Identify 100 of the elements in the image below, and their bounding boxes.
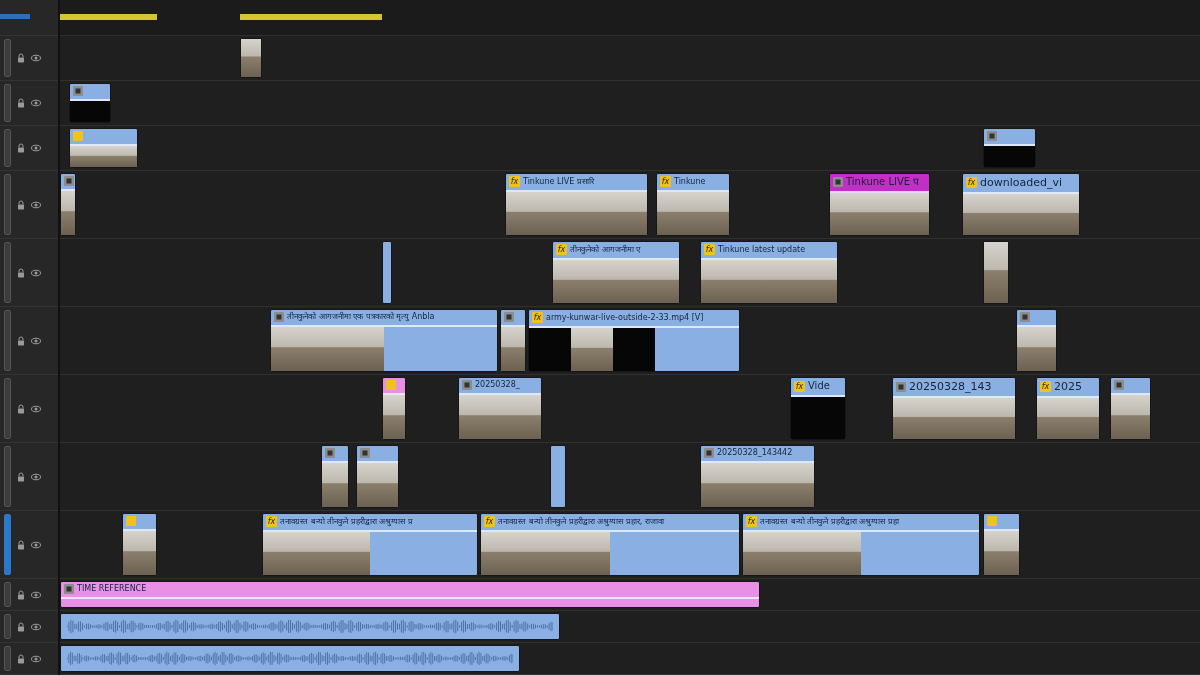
track-target-toggle[interactable] (4, 310, 11, 371)
blank-frame (613, 328, 655, 371)
timeline-clip[interactable] (550, 445, 566, 508)
clip-icon (73, 86, 83, 96)
effect-badge: fx (532, 312, 543, 323)
lock-icon[interactable] (16, 335, 26, 346)
timeline-clip[interactable] (240, 38, 262, 78)
clip-icon (1114, 380, 1124, 390)
effect-icon (73, 131, 83, 141)
timeline-clip[interactable]: तीनकुनेको आगजनीमा एक पत्रकारको मृत्यु Anbla (270, 309, 498, 372)
timeline-clip[interactable] (1016, 309, 1057, 372)
lock-icon[interactable] (16, 653, 26, 664)
clip-icon (64, 176, 74, 186)
timeline-clip[interactable] (60, 613, 560, 640)
track-target-toggle[interactable] (4, 174, 11, 235)
timeline-clip[interactable]: fx 2025 (1036, 377, 1100, 440)
photo-placeholder (571, 328, 613, 371)
timeline-clip[interactable] (382, 241, 392, 304)
timeline-clip[interactable] (500, 309, 526, 372)
track-target-toggle[interactable] (4, 514, 11, 575)
timeline-clip[interactable]: 20250328_143442 (700, 445, 815, 508)
eye-icon[interactable] (31, 653, 41, 664)
lock-icon[interactable] (16, 403, 26, 414)
eye-icon[interactable] (31, 53, 41, 63)
eye-icon[interactable] (31, 403, 41, 414)
track-target-toggle[interactable] (4, 84, 11, 122)
timeline-clip[interactable]: fx तनावग्रस्त बन्यो तीनकुने प्रहरीद्वारा अश्रुग्यास प्रहा (742, 513, 980, 576)
track-target-toggle[interactable] (4, 446, 11, 507)
timeline-clip[interactable] (382, 377, 406, 440)
clip-icon (896, 381, 906, 392)
eye-icon[interactable] (31, 199, 41, 210)
timeline-clip[interactable]: fx Vide (790, 377, 846, 440)
track-target-toggle[interactable] (4, 39, 11, 77)
timeline-clip[interactable] (321, 445, 349, 508)
track-target-toggle[interactable] (4, 242, 11, 303)
track-target-toggle[interactable] (4, 646, 11, 671)
photo-placeholder (501, 327, 525, 371)
timeline-clip[interactable] (122, 513, 157, 576)
blank-frame (791, 397, 845, 439)
lock-icon[interactable] (16, 539, 26, 550)
clip-icon (833, 177, 843, 187)
lock-icon[interactable] (16, 589, 26, 600)
effect-icon (126, 516, 136, 526)
eye-icon[interactable] (31, 98, 41, 108)
timeline-clip[interactable] (60, 173, 76, 236)
lock-icon[interactable] (16, 98, 26, 108)
timeline-clip[interactable]: 20250328_143 (892, 377, 1016, 440)
photo-placeholder (70, 146, 137, 167)
effect-badge: fx (484, 516, 495, 527)
effect-icon (386, 380, 396, 390)
timeline-clip[interactable] (60, 645, 520, 672)
lock-icon[interactable] (16, 621, 26, 632)
timeline-clip[interactable]: fx Tinkune (656, 173, 730, 236)
timeline-clip[interactable] (69, 128, 138, 168)
timeline-clip[interactable] (983, 128, 1036, 168)
lock-icon[interactable] (16, 471, 26, 482)
timeline-clip[interactable]: fx तीनकुनेको आगजनीमा ए (552, 241, 680, 304)
timeline-clip[interactable]: fx तनावग्रस्त बन्यो तीनकुने प्रहरीद्वारा अश्रुग्यास प्र (262, 513, 478, 576)
track-target-toggle[interactable] (4, 614, 11, 639)
eye-icon[interactable] (31, 621, 41, 632)
eye-icon[interactable] (31, 539, 41, 550)
effect-badge: fx (704, 244, 715, 255)
effect-badge: fx (1040, 381, 1051, 393)
photo-placeholder (984, 242, 1008, 303)
timeline-clip[interactable] (356, 445, 399, 508)
timeline-clip[interactable]: fx तनावग्रस्त बन्यो तीनकुने प्रहरीद्वारा अश्रुग्यास प्रहार, राजावा (480, 513, 740, 576)
clip-icon (325, 448, 335, 458)
timeline-clip[interactable]: fx army-kunwar-live-outside-2-33.mp4 [V] (528, 309, 740, 372)
lock-icon[interactable] (16, 53, 26, 63)
timeline-clip[interactable]: fx downloaded_vi (962, 173, 1080, 236)
clip-icon (504, 312, 514, 322)
timeline-clip[interactable]: TIME REFERENCE (60, 581, 760, 608)
timeline-clip[interactable]: fx Tinkune LIVE प्रसारि (505, 173, 648, 236)
blank-frame (529, 328, 571, 371)
eye-icon[interactable] (31, 335, 41, 346)
lock-icon[interactable] (16, 199, 26, 210)
eye-icon[interactable] (31, 267, 41, 278)
clip-icon (704, 448, 714, 458)
timeline-clip[interactable] (1110, 377, 1151, 440)
eye-icon[interactable] (31, 143, 41, 153)
blank-frame (984, 146, 1035, 167)
effect-badge: fx (266, 516, 277, 527)
eye-icon[interactable] (31, 589, 41, 600)
photo-placeholder (241, 39, 261, 77)
lock-icon[interactable] (16, 267, 26, 278)
track-target-toggle[interactable] (4, 378, 11, 439)
track-target-toggle[interactable] (4, 129, 11, 167)
timeline-clip[interactable]: fx Tinkune latest update (700, 241, 838, 304)
eye-icon[interactable] (31, 471, 41, 482)
clip-icon (1020, 312, 1030, 322)
timeline-clip[interactable] (983, 513, 1020, 576)
lock-icon[interactable] (16, 143, 26, 153)
photo-placeholder (357, 463, 398, 507)
timeline-clip[interactable]: 20250328_ (458, 377, 542, 440)
effect-badge: fx (556, 244, 567, 255)
clip-icon (987, 131, 997, 141)
timeline-clip[interactable] (69, 83, 111, 123)
photo-placeholder (984, 531, 1019, 575)
timeline-clip[interactable] (983, 241, 1009, 304)
track-target-toggle[interactable] (4, 582, 11, 607)
